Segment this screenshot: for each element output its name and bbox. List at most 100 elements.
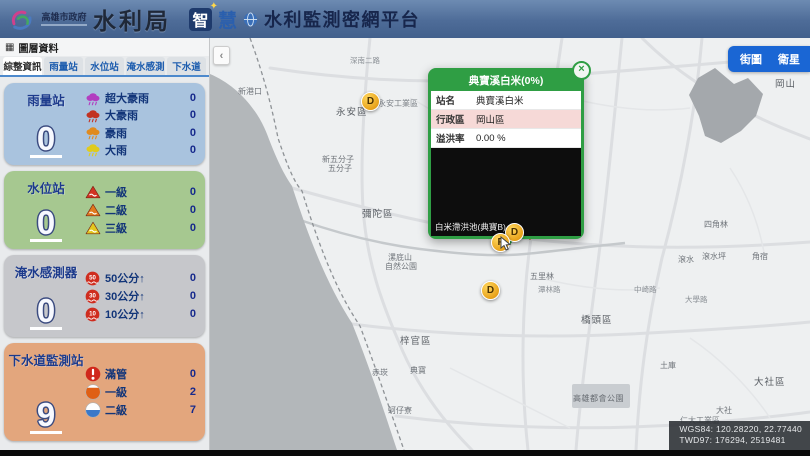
- map-marker-D[interactable]: D: [481, 281, 500, 300]
- panel-item-list: 滿管0一級2二級7: [84, 350, 199, 434]
- cctv-video-frame: 白米滯洪池(典寶B): [431, 148, 581, 236]
- summary-panels: 雨量站0超大豪雨0大豪雨0豪雨0大雨0水位站0一級0二級0三級0淹水感測器050…: [0, 83, 209, 441]
- map-label: 赤崁: [372, 367, 388, 378]
- map-label: 滾水坪: [702, 251, 726, 262]
- item-value: 0: [190, 290, 199, 302]
- station-popup: × 典寶溪白米(0%) 站名典寶溪白米行政區岡山區溢洪率0.00 % 白米滯洪池…: [428, 68, 584, 239]
- platform-title: 水利監測密網平台: [264, 6, 420, 32]
- panel-count[interactable]: 9: [30, 399, 62, 434]
- item-value: 0: [190, 109, 199, 121]
- map-label: 潭林路: [538, 284, 561, 295]
- map-label: 橋頭區: [581, 312, 613, 326]
- sea: [210, 74, 397, 450]
- item-value: 0: [190, 204, 199, 216]
- bottom-black-bar: [0, 450, 810, 456]
- svg-text:30: 30: [89, 292, 96, 299]
- popup-row-溢洪率: 溢洪率0.00 %: [431, 129, 581, 148]
- map-label: 五分子: [328, 163, 352, 174]
- item-label: 三級: [105, 220, 186, 236]
- panel-item-一級: 一級 2: [84, 384, 199, 401]
- popup-row-value: 岡山區: [476, 112, 576, 126]
- map-label: 五里林: [530, 271, 554, 282]
- map-label: 大社區: [754, 374, 786, 388]
- svg-text:50: 50: [89, 274, 96, 281]
- map-label: 四角林: [704, 219, 728, 230]
- basemap-button-街圖[interactable]: 街圖: [732, 48, 770, 70]
- reservoir: [689, 68, 763, 143]
- map-label: 永安工業區: [378, 98, 418, 109]
- panel-item-二級: 二級7: [84, 402, 199, 419]
- smart-logo-badge: 智 ✦: [189, 8, 212, 31]
- bureau-title: 水利局: [93, 2, 171, 36]
- cloud-icon: [84, 108, 101, 123]
- triangle-icon: [84, 203, 101, 217]
- item-label: 大豪雨: [105, 107, 186, 123]
- item-label: 50公分↑: [105, 270, 186, 286]
- popup-row-行政區: 行政區岡山區: [431, 110, 581, 129]
- map-label: 蚵仔寮: [388, 405, 412, 416]
- map-label: 高雄都會公園: [573, 393, 624, 404]
- triangle-icon: [84, 221, 101, 235]
- item-label: 一級: [105, 184, 186, 200]
- tab-綜整資訊[interactable]: 綜整資訊: [3, 57, 42, 75]
- map-label: 彌陀區: [362, 206, 394, 220]
- item-value: 0: [190, 92, 199, 104]
- basemap-button-衛星[interactable]: 衛星: [770, 48, 808, 70]
- popup-row-key: 溢洪率: [436, 131, 476, 145]
- item-label: 30公分↑: [105, 288, 186, 304]
- item-value: 0: [190, 308, 199, 320]
- platform-hui-char: 慧: [218, 6, 237, 33]
- panel-rain: 雨量站0超大豪雨0大豪雨0豪雨0大雨0: [4, 83, 205, 165]
- map-label: 岡山: [775, 76, 796, 90]
- item-value: 0: [190, 127, 199, 139]
- panel-item-豪雨: 豪雨0: [84, 125, 199, 141]
- panel-item-三級: 三級0: [84, 220, 199, 237]
- panel-summary: 水位站0: [8, 178, 84, 242]
- coordinates-readout: WGS84: 120.28220, 22.77440 TWD97: 176294…: [669, 421, 810, 450]
- twd97-coords: TWD97: 176294, 2519481: [679, 435, 802, 446]
- panel-count[interactable]: 0: [30, 123, 62, 158]
- map-label: 土庫: [660, 360, 676, 371]
- item-value: 7: [190, 404, 199, 416]
- gauge-icon: 30: [84, 289, 101, 304]
- cloud-icon: [84, 142, 101, 157]
- triangle-icon: [84, 185, 101, 199]
- panel-title: 下水道監測站: [8, 350, 83, 369]
- sidebar-collapse-button[interactable]: ‹: [213, 46, 230, 65]
- panel-item-二級: 二級0: [84, 202, 199, 219]
- panel-title: 雨量站: [27, 90, 65, 109]
- fill-high-icon: [84, 384, 101, 400]
- map-label: 梓官區: [400, 333, 432, 347]
- item-label: 一級: [105, 384, 186, 400]
- panel-count[interactable]: 0: [30, 295, 62, 330]
- panel-count[interactable]: 0: [30, 207, 62, 242]
- item-value: 2: [190, 386, 199, 398]
- item-value: 0: [190, 368, 199, 380]
- tab-水位站[interactable]: 水位站: [85, 57, 124, 75]
- popup-title: 典寶溪白米(0%): [431, 71, 581, 91]
- map-canvas[interactable]: 永安區永安工業區新港口深南二路新五分子五分子彌陀區漯底山自然公園梓官區典寶赤崁蚵…: [210, 38, 810, 450]
- layer-data-header[interactable]: ▦ 圖層資料: [0, 38, 209, 56]
- layer-label: 圖層資料: [18, 40, 58, 55]
- popup-close-button[interactable]: ×: [572, 61, 591, 80]
- panel-item-10公分↑: 1010公分↑0: [84, 306, 199, 323]
- basemap-switch: 街圖衛星: [728, 46, 810, 72]
- panel-item-大豪雨: 大豪雨 0: [84, 107, 199, 123]
- map-label: 角宿: [752, 251, 768, 262]
- tab-淹水感測[interactable]: 淹水感測: [126, 57, 165, 75]
- wgs84-coords: WGS84: 120.28220, 22.77440: [679, 424, 802, 435]
- gov-name: 高雄市政府: [41, 12, 87, 25]
- panel-item-超大豪雨: 超大豪雨0: [84, 90, 199, 106]
- map-marker-D[interactable]: D: [361, 92, 380, 111]
- tab-雨量站[interactable]: 雨量站: [44, 57, 83, 75]
- cloud-icon: [84, 125, 101, 140]
- mouse-cursor-icon: [500, 236, 512, 252]
- globe-icon: [243, 12, 258, 27]
- map-label: 深南二路: [350, 55, 380, 66]
- tab-下水道[interactable]: 下水道: [167, 57, 206, 75]
- popup-row-key: 站名: [436, 93, 476, 107]
- popup-row-value: 典寶溪白米: [476, 93, 576, 107]
- panel-sewer: 下水道監測站9滿管0一級2二級7: [4, 343, 205, 441]
- panel-item-list: 一級 0二級0三級0: [84, 178, 199, 242]
- item-label: 10公分↑: [105, 306, 186, 322]
